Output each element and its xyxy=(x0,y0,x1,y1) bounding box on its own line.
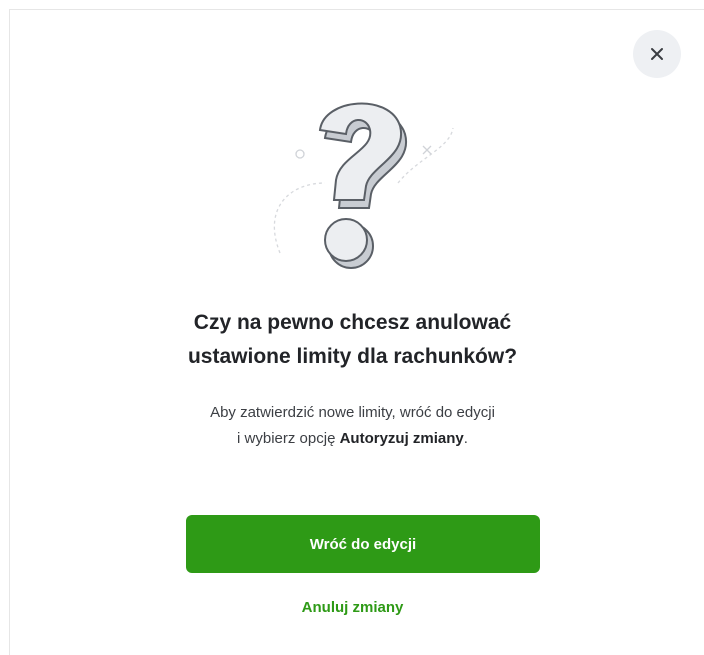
title-line-2: ustawione limity dla rachunków? xyxy=(187,345,518,368)
cancel-changes-link[interactable]: Anuluj zmiany xyxy=(0,596,704,620)
dialog-title: Czy na pewno chcesz anulować ustawione l… xyxy=(0,306,704,374)
title-line-1: Czy na pewno chcesz anulować xyxy=(193,311,512,334)
desc-line-2-suffix: . xyxy=(463,430,468,447)
close-icon xyxy=(651,48,663,60)
close-button[interactable] xyxy=(633,30,681,78)
desc-line-1: Aby zatwierdzić nowe limity, wróć do edy… xyxy=(210,404,495,421)
desc-line-2-prefix: i wybierz opcję xyxy=(237,430,340,447)
desc-line-2: i wybierz opcję Autoryzuj zmiany. xyxy=(0,426,704,452)
authorize-changes-option: Autoryzuj zmiany xyxy=(339,430,464,447)
dialog-description: Aby zatwierdzić nowe limity, wróć do edy… xyxy=(0,400,704,452)
question-mark-icon xyxy=(273,102,454,269)
back-to-edit-button[interactable]: Wróć do edycji xyxy=(186,515,540,573)
